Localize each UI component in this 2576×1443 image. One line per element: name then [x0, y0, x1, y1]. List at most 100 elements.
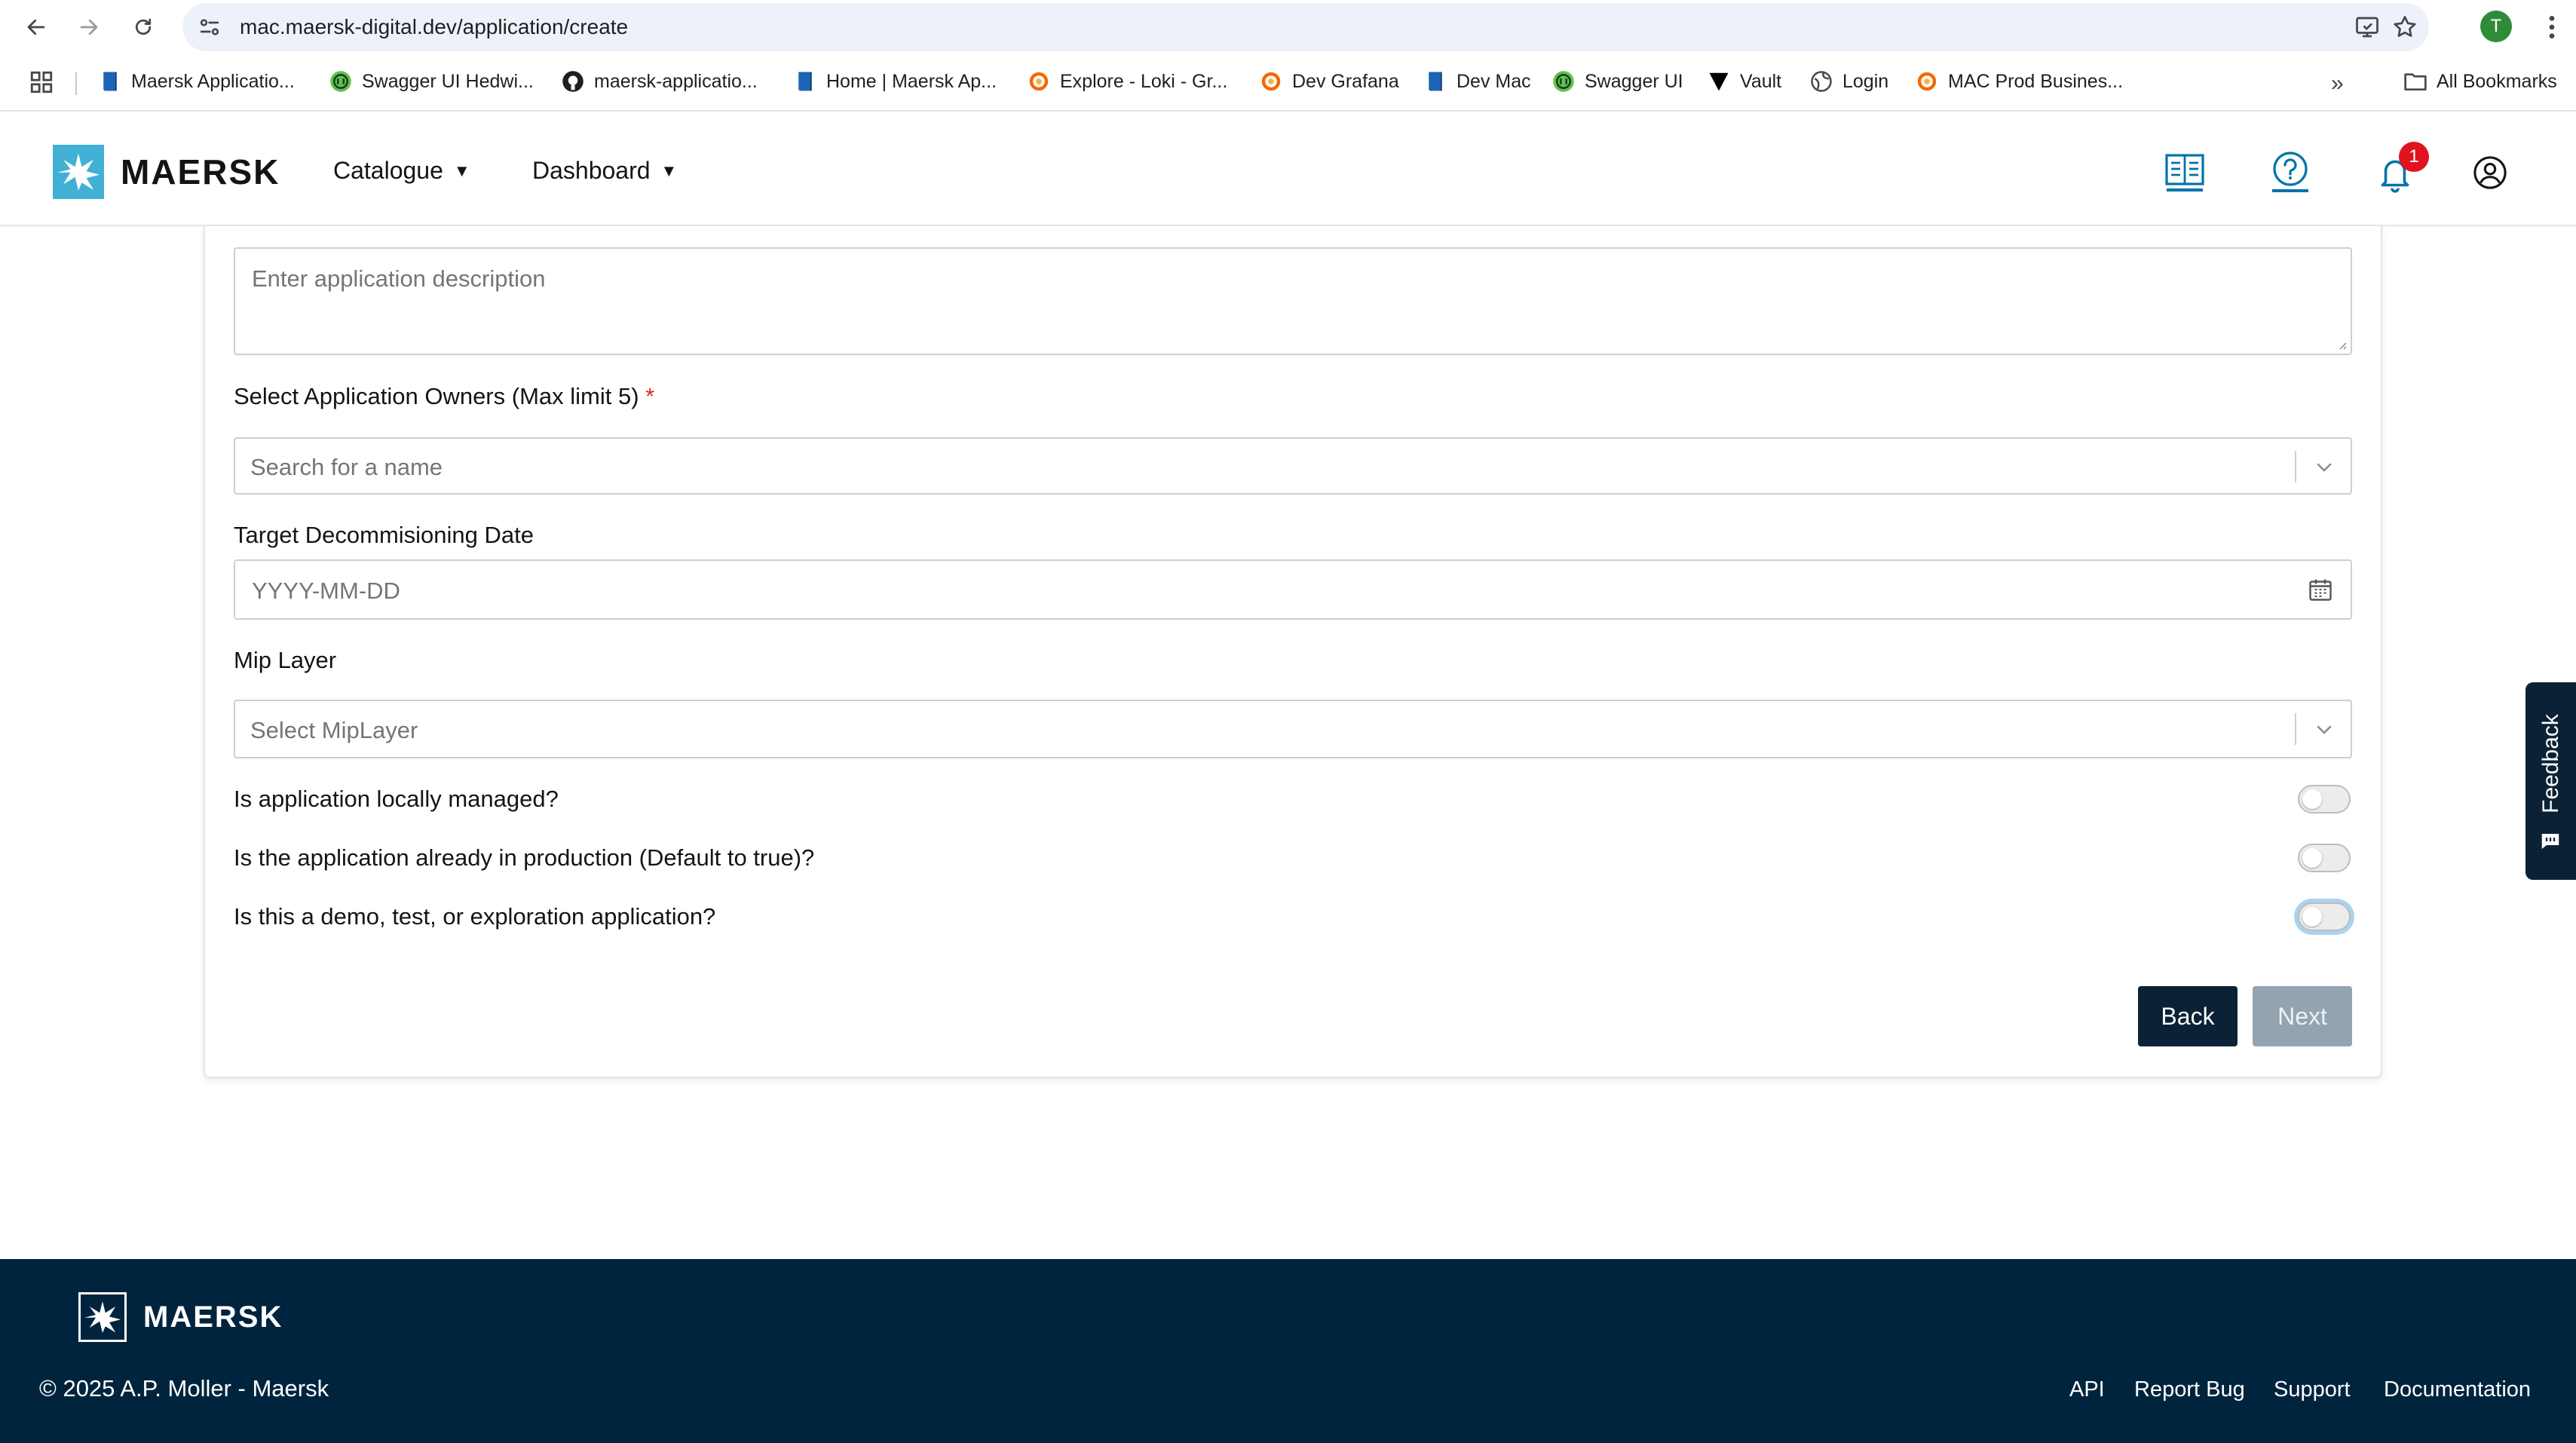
vault-icon — [1707, 69, 1731, 93]
menu-catalogue[interactable]: Catalogue ▼ — [333, 157, 470, 185]
swagger-icon — [1551, 69, 1576, 93]
calendar-icon[interactable] — [2307, 576, 2334, 603]
date-placeholder: YYYY-MM-DD — [252, 578, 400, 604]
bookmark-dev-grafana[interactable]: Dev Grafana — [1259, 66, 1399, 97]
more-bookmarks-icon[interactable]: » — [2331, 71, 2344, 97]
reload-icon[interactable] — [122, 6, 164, 48]
description-placeholder: Enter application description — [252, 265, 546, 292]
back-button[interactable]: Back — [2138, 986, 2238, 1046]
feedback-label: Feedback — [2538, 714, 2563, 813]
toggle-knob — [2302, 789, 2322, 809]
bookmark-swagger-ui[interactable]: Swagger UI — [1551, 66, 1683, 97]
all-bookmarks-label: All Bookmarks — [2437, 70, 2557, 92]
chevron-down-icon[interactable] — [2313, 455, 2336, 478]
footer-maersk-logo[interactable]: MAERSK — [78, 1292, 283, 1342]
required-asterisk: * — [645, 383, 655, 409]
footer-link-support[interactable]: Support — [2274, 1377, 2351, 1402]
maersk-star-icon — [53, 145, 104, 199]
footer-link-report-bug[interactable]: Report Bug — [2134, 1377, 2245, 1402]
browser-toolbar: mac.maersk-digital.dev/application/creat… — [0, 0, 2576, 54]
forward-arrow-icon[interactable] — [68, 6, 110, 48]
bookmark-mac-prod[interactable]: MAC Prod Busines... — [1915, 66, 2123, 97]
feedback-chat-icon — [2539, 830, 2562, 853]
bookmark-swagger-hedwig[interactable]: Swagger UI Hedwi... — [329, 66, 534, 97]
footer-link-api[interactable]: API — [2069, 1377, 2105, 1402]
bookmarks-divider — [75, 72, 77, 95]
back-arrow-icon[interactable] — [15, 6, 57, 48]
next-button[interactable]: Next — [2253, 986, 2352, 1046]
bookmark-label: Swagger UI — [1585, 70, 1683, 92]
decommission-date-input[interactable]: YYYY-MM-DD — [234, 559, 2352, 620]
user-profile-icon[interactable] — [2473, 155, 2507, 190]
mip-layer-placeholder: Select MipLayer — [250, 717, 418, 743]
chevron-down-icon[interactable] — [2313, 718, 2336, 740]
menu-dashboard-label: Dashboard — [532, 157, 651, 184]
locally-managed-toggle[interactable] — [2298, 785, 2351, 813]
all-bookmarks[interactable]: All Bookmarks — [2403, 66, 2557, 97]
address-bar[interactable]: mac.maersk-digital.dev/application/creat… — [182, 3, 2429, 51]
toggle-knob — [2302, 848, 2322, 868]
demo-application-label: Is this a demo, test, or exploration app… — [234, 903, 716, 930]
bookmark-book-icon — [1423, 69, 1447, 93]
bookmark-label: Dev Grafana — [1292, 70, 1399, 92]
github-icon — [561, 69, 585, 93]
grafana-icon — [1915, 69, 1939, 93]
footer-brand-wordmark: MAERSK — [143, 1300, 283, 1334]
bookmark-github-repo[interactable]: maersk-applicatio... — [561, 66, 758, 97]
locally-managed-label: Is application locally managed? — [234, 786, 559, 812]
star-icon[interactable] — [2391, 14, 2418, 41]
bookmark-book-icon — [98, 69, 122, 93]
maersk-star-icon — [78, 1292, 127, 1342]
bookmark-label: Maersk Applicatio... — [131, 70, 295, 92]
bookmark-dev-mac[interactable]: Dev Mac — [1423, 66, 1531, 97]
select-divider — [2295, 713, 2296, 745]
brand-wordmark: MAERSK — [121, 152, 280, 191]
grafana-icon — [1027, 69, 1051, 93]
menu-dashboard[interactable]: Dashboard ▼ — [532, 157, 677, 185]
bookmark-label: Login — [1842, 70, 1889, 92]
owners-label-text: Select Application Owners (Max limit 5) — [234, 383, 639, 409]
notification-badge: 1 — [2399, 142, 2429, 172]
bookmark-loki[interactable]: Explore - Loki - Gr... — [1027, 66, 1227, 97]
bookmark-vault[interactable]: Vault — [1707, 66, 1781, 97]
mip-layer-select[interactable]: Select MipLayer — [234, 700, 2352, 758]
bookmark-label: Vault — [1740, 70, 1782, 92]
bookmark-label: Home | Maersk Ap... — [826, 70, 997, 92]
footer-copyright: © 2025 A.P. Moller - Maersk — [39, 1375, 329, 1402]
menu-catalogue-label: Catalogue — [333, 157, 443, 184]
owners-label: Select Application Owners (Max limit 5) … — [234, 383, 654, 410]
bookmark-label: Explore - Loki - Gr... — [1060, 70, 1228, 92]
documentation-book-icon[interactable] — [2164, 152, 2206, 193]
profile-initial: T — [2490, 16, 2502, 36]
owners-placeholder: Search for a name — [250, 454, 443, 480]
in-production-toggle[interactable] — [2298, 844, 2351, 872]
help-question-icon[interactable] — [2269, 151, 2311, 193]
cast-icon[interactable] — [2354, 14, 2381, 41]
resize-handle-icon[interactable] — [2336, 339, 2348, 351]
maersk-logo[interactable]: MAERSK — [53, 145, 280, 199]
app-header: MAERSK Catalogue ▼ Dashboard ▼ 1 — [0, 113, 2576, 226]
mip-layer-label: Mip Layer — [234, 647, 337, 673]
demo-application-toggle[interactable] — [2298, 902, 2351, 931]
apps-grid-icon[interactable] — [29, 69, 54, 95]
footer-link-documentation[interactable]: Documentation — [2384, 1377, 2531, 1402]
bookmark-maersk-application[interactable]: Maersk Applicatio... — [98, 66, 295, 97]
folder-icon — [2403, 69, 2427, 93]
description-textarea[interactable]: Enter application description — [234, 247, 2352, 355]
bookmark-book-icon — [793, 69, 817, 93]
bookmarks-bar: Maersk Applicatio... Swagger UI Hedwi...… — [0, 54, 2576, 112]
owners-search-select[interactable]: Search for a name — [234, 437, 2352, 495]
select-divider — [2295, 451, 2296, 483]
feedback-tab[interactable]: Feedback — [2525, 682, 2576, 880]
browser-menu-icon[interactable] — [2541, 12, 2563, 42]
profile-avatar[interactable]: T — [2480, 11, 2512, 42]
footer: MAERSK © 2025 A.P. Moller - Maersk API R… — [0, 1259, 2576, 1443]
decommission-date-label: Target Decommisioning Date — [234, 522, 534, 548]
url-text: mac.maersk-digital.dev/application/creat… — [240, 15, 629, 38]
bookmark-home-maersk[interactable]: Home | Maersk Ap... — [793, 66, 997, 97]
swagger-icon — [329, 69, 353, 93]
bookmark-login[interactable]: Login — [1809, 66, 1888, 97]
grafana-icon — [1259, 69, 1283, 93]
site-info-icon[interactable] — [196, 14, 223, 41]
toggle-knob — [2302, 907, 2322, 927]
